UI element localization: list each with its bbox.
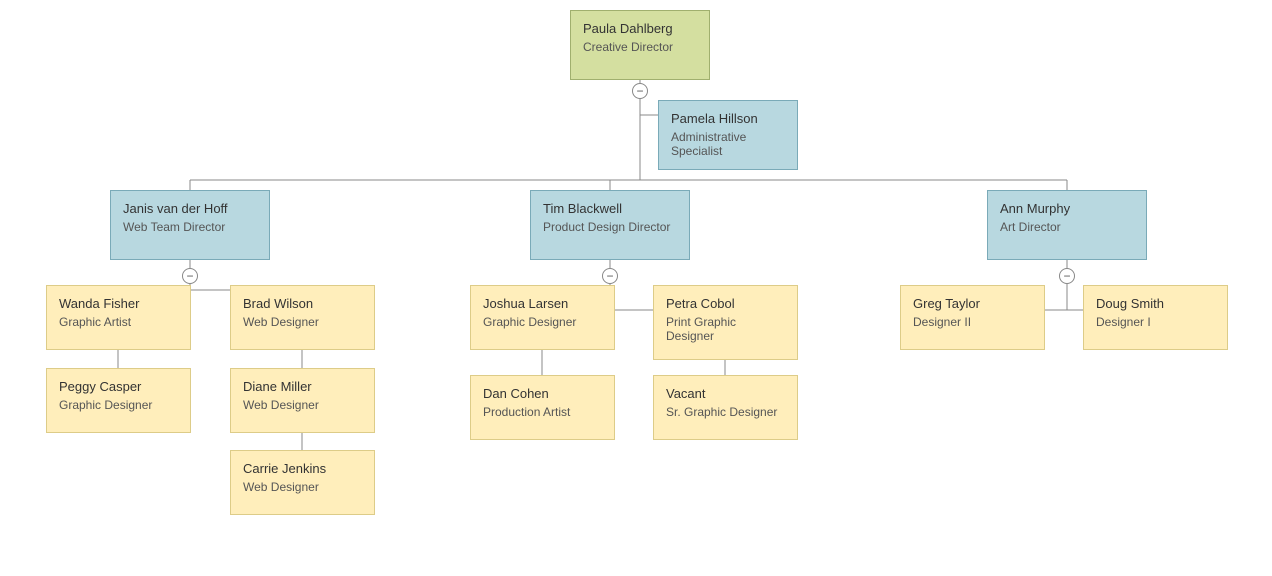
doug-title: Designer I [1096, 315, 1215, 329]
collapse-btn-ann[interactable]: − [1059, 268, 1075, 284]
collapse-btn-tim[interactable]: − [602, 268, 618, 284]
ann-title: Art Director [1000, 220, 1134, 234]
node-paula[interactable]: Paula Dahlberg Creative Director [570, 10, 710, 80]
tim-name: Tim Blackwell [543, 201, 677, 216]
node-greg[interactable]: Greg Taylor Designer II [900, 285, 1045, 350]
node-vacant[interactable]: Vacant Sr. Graphic Designer [653, 375, 798, 440]
node-peggy[interactable]: Peggy Casper Graphic Designer [46, 368, 191, 433]
collapse-btn-janis[interactable]: − [182, 268, 198, 284]
dan-title: Production Artist [483, 405, 602, 419]
brad-name: Brad Wilson [243, 296, 362, 311]
node-wanda[interactable]: Wanda Fisher Graphic Artist [46, 285, 191, 350]
org-chart: Paula Dahlberg Creative Director Pamela … [0, 0, 1272, 60]
carrie-name: Carrie Jenkins [243, 461, 362, 476]
node-dan[interactable]: Dan Cohen Production Artist [470, 375, 615, 440]
doug-name: Doug Smith [1096, 296, 1215, 311]
wanda-title: Graphic Artist [59, 315, 178, 329]
vacant-title: Sr. Graphic Designer [666, 405, 785, 419]
node-brad[interactable]: Brad Wilson Web Designer [230, 285, 375, 350]
node-joshua[interactable]: Joshua Larsen Graphic Designer [470, 285, 615, 350]
node-tim[interactable]: Tim Blackwell Product Design Director [530, 190, 690, 260]
wanda-name: Wanda Fisher [59, 296, 178, 311]
diane-name: Diane Miller [243, 379, 362, 394]
janis-title: Web Team Director [123, 220, 257, 234]
joshua-name: Joshua Larsen [483, 296, 602, 311]
ann-name: Ann Murphy [1000, 201, 1134, 216]
brad-title: Web Designer [243, 315, 362, 329]
joshua-title: Graphic Designer [483, 315, 602, 329]
pamela-name: Pamela Hillson [671, 111, 785, 126]
diane-title: Web Designer [243, 398, 362, 412]
node-carrie[interactable]: Carrie Jenkins Web Designer [230, 450, 375, 515]
dan-name: Dan Cohen [483, 386, 602, 401]
pamela-title: Administrative Specialist [671, 130, 785, 158]
node-diane[interactable]: Diane Miller Web Designer [230, 368, 375, 433]
petra-title: Print Graphic Designer [666, 315, 785, 343]
node-pamela[interactable]: Pamela Hillson Administrative Specialist [658, 100, 798, 170]
collapse-btn-paula[interactable]: − [632, 83, 648, 99]
carrie-title: Web Designer [243, 480, 362, 494]
node-petra[interactable]: Petra Cobol Print Graphic Designer [653, 285, 798, 360]
greg-title: Designer II [913, 315, 1032, 329]
vacant-name: Vacant [666, 386, 785, 401]
paula-title: Creative Director [583, 40, 697, 54]
node-doug[interactable]: Doug Smith Designer I [1083, 285, 1228, 350]
greg-name: Greg Taylor [913, 296, 1032, 311]
janis-name: Janis van der Hoff [123, 201, 257, 216]
petra-name: Petra Cobol [666, 296, 785, 311]
tim-title: Product Design Director [543, 220, 677, 234]
peggy-title: Graphic Designer [59, 398, 178, 412]
node-janis[interactable]: Janis van der Hoff Web Team Director [110, 190, 270, 260]
paula-name: Paula Dahlberg [583, 21, 697, 36]
node-ann[interactable]: Ann Murphy Art Director [987, 190, 1147, 260]
peggy-name: Peggy Casper [59, 379, 178, 394]
